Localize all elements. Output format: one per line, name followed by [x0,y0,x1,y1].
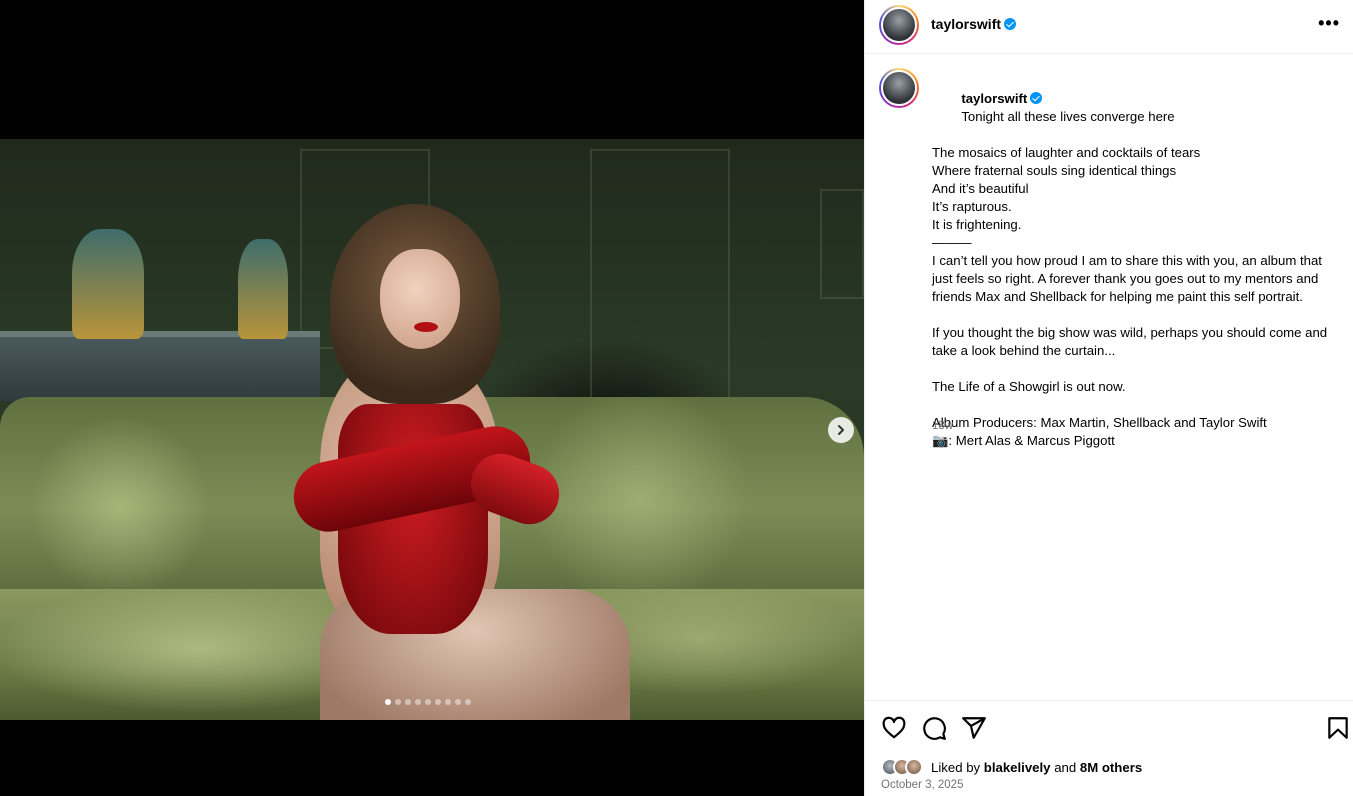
share-icon[interactable] [961,715,987,741]
wall-panel [590,149,730,399]
liker-avatars [881,758,923,776]
author-username[interactable]: taylorswift [931,16,1017,32]
caption-author-username[interactable]: taylorswift [961,91,1043,106]
post-header: taylorswift ••• [865,0,1353,54]
author-avatar[interactable] [879,5,919,45]
caption-section: taylorswift Tonight all these lives conv… [865,54,1353,700]
post-date: October 3, 2025 [881,779,964,791]
caption-line [932,360,1337,378]
caption-line: Album Producers: Max Martin, Shellback a… [932,415,1267,430]
caption-line: ——— [932,235,972,250]
carousel-dot [445,699,451,705]
carousel-dot [455,699,461,705]
caption-line [932,306,1337,324]
carousel-dot [385,699,391,705]
caption-line: The Life of a Showgirl is out now. [932,379,1126,394]
caption-line: It’s rapturous. [932,199,1012,214]
person-face [380,249,460,349]
caption-line: The mosaics of laughter and cocktails of… [932,145,1201,160]
liker-avatar [905,758,923,776]
bookmark-icon[interactable] [1325,715,1351,741]
verified-badge-icon [1004,18,1017,30]
more-options-icon[interactable]: ••• [1318,14,1340,32]
caption-line: If you thought the big show was wild, pe… [932,325,1331,358]
wall-panel [820,189,864,299]
liker-username[interactable]: blakelively [984,760,1051,775]
caption: taylorswift Tonight all these lives conv… [932,72,1337,450]
post-photo[interactable] [0,139,864,720]
fireplace-mantel [0,331,320,401]
caption-text: Tonight all these lives converge here [961,109,1175,124]
caption-line: I can’t tell you how proud I am to share… [932,253,1326,304]
caption-line: And it’s beautiful [932,181,1029,196]
likes-text: Liked by blakelively and 8M others [931,759,1143,775]
mantel-vase [238,239,288,339]
person-lips [414,322,438,332]
caption-line: It is frightening. [932,217,1022,232]
likes-count[interactable]: 8M others [1080,760,1142,775]
post-sidebar: taylorswift ••• taylorswift Tonight all … [864,0,1353,796]
carousel-dot [405,699,411,705]
caption-age[interactable]: 18w [932,420,953,432]
post-actions: Liked by blakelively and 8M others Octob… [865,700,1353,796]
media-viewer [0,0,864,796]
comment-icon[interactable] [921,715,947,741]
caption-author-avatar[interactable] [879,68,919,108]
caption-line: 📷: Mert Alas & Marcus Piggott [932,433,1115,448]
carousel-dot [415,699,421,705]
heart-icon[interactable] [881,715,907,741]
mantel-clock [72,229,144,339]
carousel-next-button[interactable] [828,417,854,443]
caption-line: Where fraternal souls sing identical thi… [932,163,1177,178]
author-username-text[interactable]: taylorswift [931,16,1001,32]
carousel-indicator [385,699,471,705]
caption-line: taylorswift Tonight all these lives conv… [932,72,1337,144]
verified-badge-icon [1030,92,1043,104]
carousel-dot [465,699,471,705]
chevron-right-icon [838,425,844,435]
likes-summary: Liked by blakelively and 8M others [881,757,1142,777]
carousel-dot [435,699,441,705]
carousel-dot [395,699,401,705]
caption-line [932,396,1337,414]
carousel-dot [425,699,431,705]
